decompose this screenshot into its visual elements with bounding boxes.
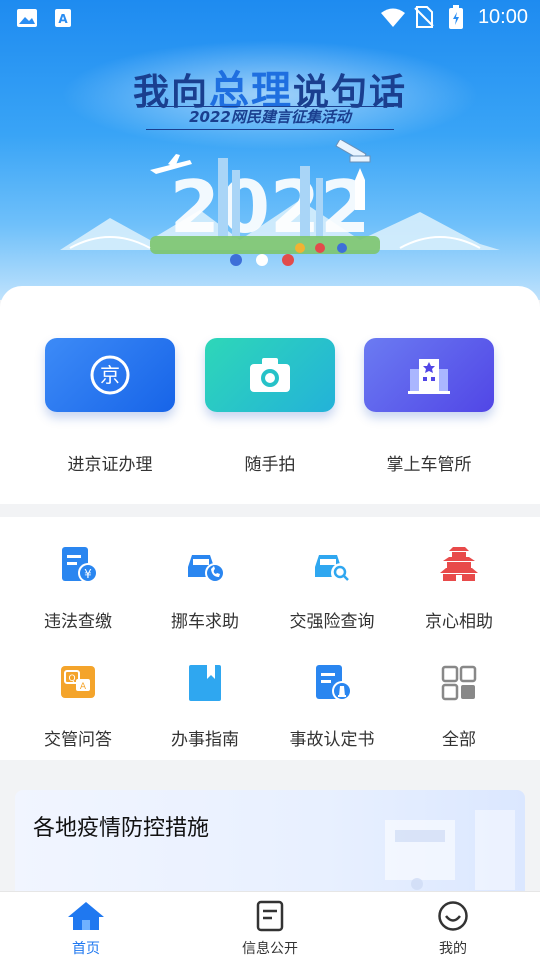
camera-tile[interactable] — [205, 338, 335, 412]
grid-item-accident[interactable]: 事故认定书 — [267, 663, 397, 750]
status-bar: A 10:00 — [0, 0, 540, 36]
epidemic-measures-card[interactable]: 各地疫情防控措施 — [15, 790, 525, 900]
home-icon — [68, 902, 104, 930]
space-station-icon — [335, 140, 371, 163]
epidemic-illustration — [385, 810, 515, 890]
nav-label: 首页 — [72, 941, 100, 957]
qa-icon: Q A — [61, 666, 95, 698]
svg-text:Q: Q — [68, 674, 75, 684]
grid-item-qa[interactable]: Q A 交管问答 — [13, 663, 143, 750]
promo-banner[interactable]: 我向总理说句话 2022网民建言征集活动 2022 — [0, 0, 540, 300]
move-car-icon — [188, 555, 225, 583]
status-clock: 10:00 — [477, 6, 528, 28]
building-icon — [408, 359, 450, 394]
building-tile[interactable] — [364, 338, 494, 412]
service-jingzheng[interactable]: 京 进京证办理 — [45, 338, 175, 475]
nav-info-public[interactable]: 信息公开 — [210, 900, 330, 958]
grid-label: 全部 — [442, 730, 476, 750]
primary-services-card: 京 进京证办理 随手拍 掌上车管所 — [0, 286, 540, 504]
grid-item-jingxin[interactable]: 京心相助 — [394, 545, 524, 632]
accident-report-icon — [316, 665, 352, 701]
no-sim-icon — [414, 6, 434, 28]
jing-seal-tile[interactable]: 京 — [45, 338, 175, 412]
service-label: 进京证办理 — [67, 455, 153, 475]
svg-text:京: 京 — [100, 363, 120, 387]
guide-book-icon — [189, 665, 221, 701]
service-vehicle-office[interactable]: 掌上车管所 — [364, 338, 494, 475]
grid-label: 挪车求助 — [171, 612, 239, 632]
banner-subtitle: 2022网民建言征集活动 — [146, 106, 394, 130]
epidemic-card-title: 各地疫情防控措施 — [33, 816, 210, 841]
grid-item-all[interactable]: 全部 — [394, 663, 524, 750]
nav-mine[interactable]: 我的 — [393, 900, 513, 958]
text-a-icon: A — [55, 9, 71, 27]
jing-seal-icon: 京 — [90, 355, 130, 395]
svg-text:¥: ¥ — [84, 567, 92, 581]
grid-label: 办事指南 — [171, 730, 239, 750]
nav-label: 信息公开 — [242, 941, 298, 957]
grid-item-fine[interactable]: ¥ 违法查缴 — [13, 545, 143, 632]
grid-label: 事故认定书 — [289, 730, 375, 750]
camera-icon — [250, 358, 290, 392]
grid-item-insurance[interactable]: 交强险查询 — [267, 545, 397, 632]
nav-label: 我的 — [439, 941, 467, 957]
fine-payment-icon: ¥ — [62, 547, 98, 583]
battery-charging-icon — [449, 5, 463, 29]
wifi-icon — [381, 8, 405, 27]
gallery-icon — [17, 9, 37, 27]
svg-text:A: A — [80, 682, 87, 692]
bottom-navigation: 首页 信息公开 我的 — [0, 891, 540, 960]
service-label: 随手拍 — [244, 455, 296, 475]
grid-label: 违法查缴 — [44, 612, 112, 632]
insurance-query-icon — [315, 555, 351, 583]
all-grid-icon — [441, 665, 477, 701]
service-label: 掌上车管所 — [386, 455, 472, 475]
temple-icon — [440, 547, 478, 581]
service-snapshot[interactable]: 随手拍 — [205, 338, 335, 475]
svg-text:A: A — [58, 12, 68, 26]
grid-label: 交管问答 — [44, 730, 112, 750]
document-icon — [256, 900, 284, 932]
banner-illustration: 2022 — [60, 140, 500, 266]
grid-label: 京心相助 — [425, 612, 493, 632]
smile-icon — [438, 901, 468, 931]
grid-label: 交强险查询 — [289, 612, 375, 632]
nav-home[interactable]: 首页 — [26, 900, 146, 958]
function-grid: ¥ 违法查缴 挪车求助 交强险查询 京心相助 Q A 交管问答 办事指南 事故认… — [0, 517, 540, 760]
grid-item-guide[interactable]: 办事指南 — [140, 663, 270, 750]
grid-item-move-car[interactable]: 挪车求助 — [140, 545, 270, 632]
